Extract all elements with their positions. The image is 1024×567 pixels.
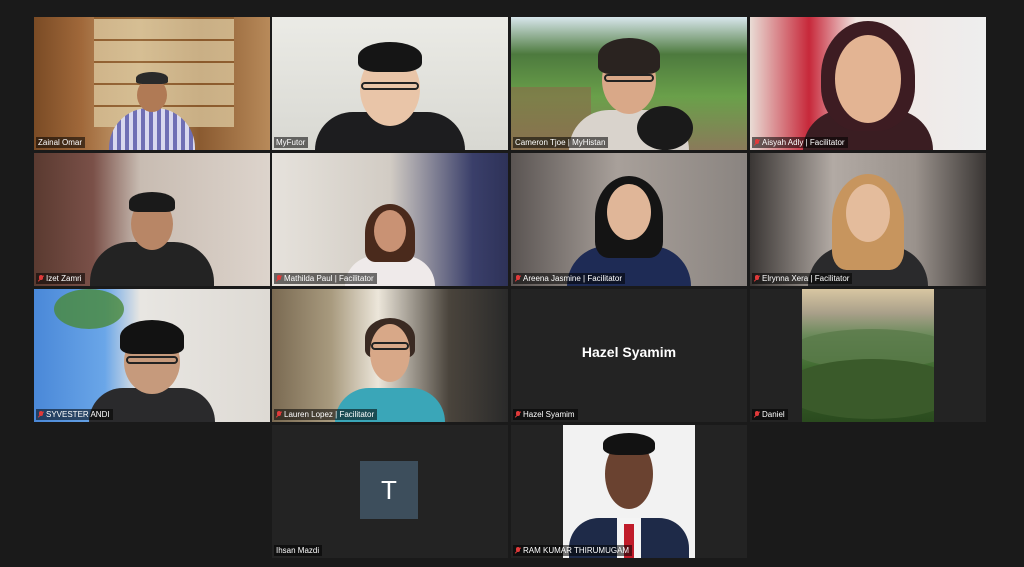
name-tag: RAM KUMAR THIRUMUGAM xyxy=(513,545,633,556)
profile-picture xyxy=(802,289,934,422)
participant-tile-elrynna-xera[interactable]: Elrynna Xera | Facilitator xyxy=(750,153,986,286)
participant-tile-izet-zamri[interactable]: Izet Zamri xyxy=(34,153,270,286)
participant-display-name: Hazel Syamim xyxy=(581,344,677,360)
participant-tile-daniel[interactable]: Daniel xyxy=(750,289,986,422)
participant-name: Mathilda Paul | Facilitator xyxy=(284,274,374,283)
mic-off-icon xyxy=(754,274,760,283)
mic-off-icon xyxy=(276,410,282,419)
participant-name: Hazel Syamim xyxy=(523,410,575,419)
participant-name: RAM KUMAR THIRUMUGAM xyxy=(523,546,630,555)
participant-video xyxy=(34,17,270,150)
profile-picture xyxy=(563,425,695,558)
participant-name: Aisyah Adly | Facilitator xyxy=(762,138,845,147)
mic-off-icon xyxy=(276,274,282,283)
mic-off-icon xyxy=(515,274,521,283)
participant-name: Areena Jasmine | Facilitator xyxy=(523,274,623,283)
participant-tile-myfutor[interactable]: MyFutor xyxy=(272,17,508,150)
name-tag: Zainal Omar xyxy=(36,137,86,148)
participant-name: Ihsan Mazdi xyxy=(276,546,320,555)
name-tag: MyFutor xyxy=(274,137,309,148)
participant-name: Zainal Omar xyxy=(38,138,83,147)
participant-tile-ram-kumar[interactable]: RAM KUMAR THIRUMUGAM xyxy=(511,425,747,558)
mic-off-icon xyxy=(515,546,521,555)
participant-tile-zainal-omar[interactable]: Zainal Omar xyxy=(34,17,270,150)
name-tag: Areena Jasmine | Facilitator xyxy=(513,273,626,284)
name-tag: Cameron Tjoe | MyHistan xyxy=(513,137,609,148)
participant-video xyxy=(272,153,508,286)
name-tag: Izet Zamri xyxy=(36,273,85,284)
participant-name: SYVESTER ANDI xyxy=(46,410,110,419)
mic-off-icon xyxy=(754,138,760,147)
participant-name: Elrynna Xera | Facilitator xyxy=(762,274,850,283)
participant-tile-syvester-andi[interactable]: SYVESTER ANDI xyxy=(34,289,270,422)
name-tag: Lauren Lopez | Facilitator xyxy=(274,409,378,420)
participant-video xyxy=(34,289,270,422)
name-tag: Elrynna Xera | Facilitator xyxy=(752,273,853,284)
participant-video xyxy=(511,153,747,286)
participant-video xyxy=(272,17,508,150)
participant-name: Daniel xyxy=(762,410,785,419)
name-tag: Aisyah Adly | Facilitator xyxy=(752,137,848,148)
name-tag: Ihsan Mazdi xyxy=(274,545,323,556)
participant-tile-mathilda-paul[interactable]: Mathilda Paul | Facilitator xyxy=(272,153,508,286)
name-tag: Mathilda Paul | Facilitator xyxy=(274,273,377,284)
name-tag: Hazel Syamim xyxy=(513,409,578,420)
participant-name: Lauren Lopez | Facilitator xyxy=(284,410,375,419)
participant-tile-areena-jasmine[interactable]: Areena Jasmine | Facilitator xyxy=(511,153,747,286)
mic-off-icon xyxy=(754,410,760,419)
participant-name: Cameron Tjoe | MyHistan xyxy=(515,138,606,147)
participant-tile-cameron-tjoe[interactable]: Cameron Tjoe | MyHistan xyxy=(511,17,747,150)
participant-tile-ihsan-mazdi[interactable]: T Ihsan Mazdi xyxy=(272,425,508,558)
participant-video xyxy=(34,153,270,286)
participant-video xyxy=(750,17,986,150)
participant-tile-aisyah-adly[interactable]: Aisyah Adly | Facilitator xyxy=(750,17,986,150)
participant-tile-hazel-syamim[interactable]: Hazel Syamim Hazel Syamim xyxy=(511,289,747,422)
name-tag: Daniel xyxy=(752,409,788,420)
participant-name: Izet Zamri xyxy=(46,274,82,283)
avatar: T xyxy=(360,461,418,519)
mic-off-icon xyxy=(38,410,44,419)
participant-name: MyFutor xyxy=(276,138,306,147)
mic-off-icon xyxy=(38,274,44,283)
participant-video xyxy=(272,289,508,422)
participant-video xyxy=(750,153,986,286)
participant-video xyxy=(511,17,747,150)
mic-off-icon xyxy=(515,410,521,419)
name-tag: SYVESTER ANDI xyxy=(36,409,113,420)
participant-tile-lauren-lopez[interactable]: Lauren Lopez | Facilitator xyxy=(272,289,508,422)
